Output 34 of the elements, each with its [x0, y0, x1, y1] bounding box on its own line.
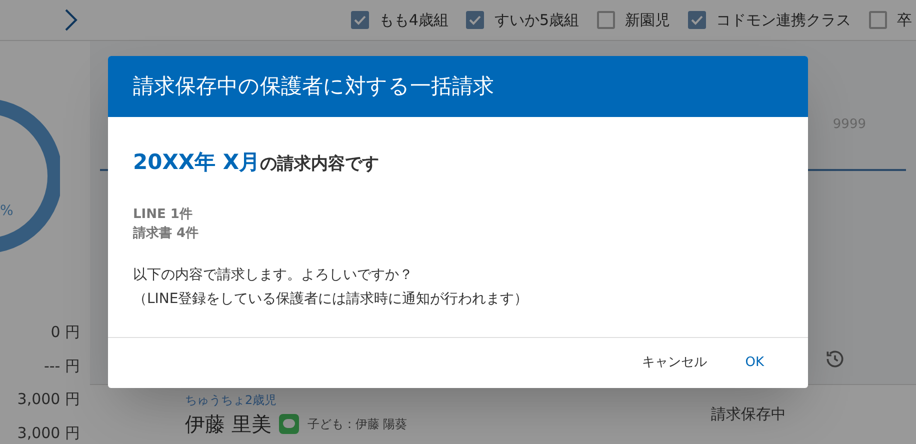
status-text: 請求保存中 — [711, 404, 786, 426]
checkbox[interactable] — [350, 11, 369, 29]
dialog-title: 請求保存中の保護者に対する一括請求 — [133, 72, 494, 100]
checkmark-icon — [691, 15, 703, 25]
checkbox[interactable] — [869, 11, 887, 29]
billing-period: 20XX年 X月 — [133, 149, 260, 176]
amount-text: 3,000 円 — [17, 389, 80, 410]
history-icon[interactable] — [824, 348, 846, 370]
class-name: ちゅうちょ2歳児 — [185, 392, 278, 408]
filter-label: 新園児 — [625, 10, 670, 31]
confirm-message: （LINE登録をしている保護者には請求時に通知が行われます） — [133, 290, 530, 308]
filter-label: すいか5歳組 — [494, 10, 579, 31]
confirm-message: 以下の内容で請求します。よろしいですか？ — [133, 266, 414, 284]
percent-label: % — [0, 202, 14, 221]
filter-label: 卒 — [897, 10, 912, 31]
filter-label: コドモン連携クラス — [716, 10, 851, 31]
checkmark-icon — [469, 15, 482, 25]
dialog-heading: の請求内容です — [260, 153, 380, 176]
checkmark-icon — [354, 15, 366, 25]
checkbox[interactable] — [466, 11, 484, 29]
cancel-button[interactable]: キャンセル — [628, 347, 722, 379]
filter-label: もも4歳組 — [378, 10, 448, 31]
checkbox[interactable] — [597, 11, 615, 29]
count-text: LINE 1件 — [133, 206, 194, 224]
count-text: 請求書 4件 — [133, 224, 200, 242]
amount-text: 3,000 円 — [17, 422, 80, 444]
ok-button[interactable]: OK — [731, 347, 778, 379]
checkbox[interactable] — [688, 11, 706, 29]
chat-icon — [279, 414, 300, 434]
guardian-name: 伊藤 里美 — [185, 410, 272, 438]
amount-text: --- 円 — [44, 356, 80, 376]
chevron-right-icon[interactable] — [64, 8, 78, 32]
amount-text: 0 円 — [50, 322, 80, 343]
child-name: 子ども：伊藤 陽葵 — [307, 416, 408, 432]
